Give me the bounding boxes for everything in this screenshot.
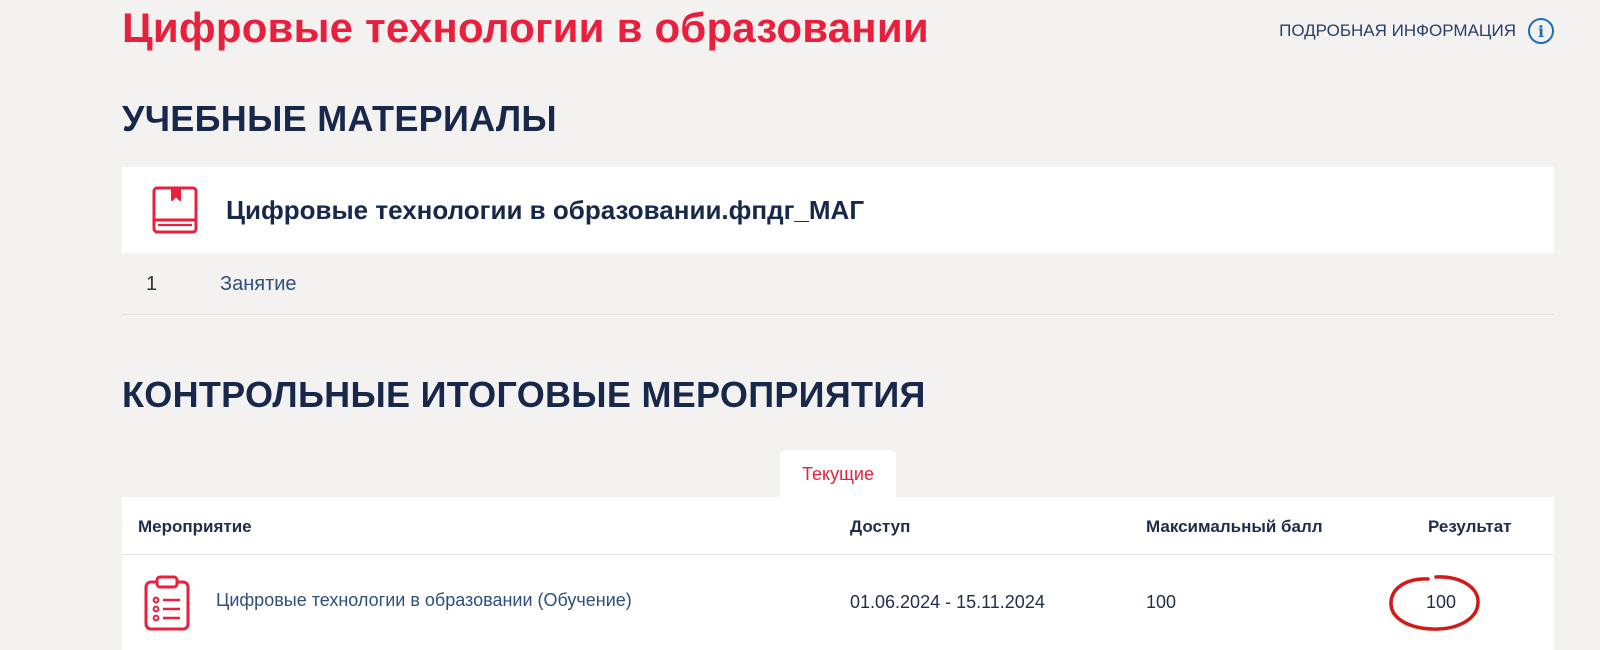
lesson-row: 1 Занятие (122, 254, 1554, 315)
more-info-link[interactable]: ПОДРОБНАЯ ИНФОРМАЦИЯ i (1279, 18, 1554, 44)
column-header-max-score: Максимальный балл (1146, 517, 1323, 536)
page-content: Цифровые технологии в образовании ПОДРОБ… (122, 0, 1554, 650)
max-score: 100 (1146, 592, 1177, 612)
table-header: Мероприятие Доступ Максимальный балл Рез… (122, 497, 1554, 555)
book-icon (150, 184, 202, 236)
course-title: Цифровые технологии в образовании (122, 4, 929, 51)
column-header-access: Доступ (850, 517, 911, 536)
column-header-event: Мероприятие (138, 517, 252, 536)
materials-heading: УЧЕБНЫЕ МАТЕРИАЛЫ (122, 98, 557, 139)
clipboard-list-icon (142, 574, 192, 632)
tab-current[interactable]: Текущие (780, 450, 896, 498)
more-info-label: ПОДРОБНАЯ ИНФОРМАЦИЯ (1279, 21, 1516, 40)
events-table: Мероприятие Доступ Максимальный балл Рез… (122, 497, 1554, 650)
material-title[interactable]: Цифровые технологии в образовании.фпдг_М… (226, 195, 864, 226)
column-header-result: Результат (1428, 517, 1512, 536)
table-row[interactable]: Цифровые технологии в образовании (Обуче… (122, 554, 1554, 650)
lesson-link[interactable]: Занятие (220, 273, 297, 296)
info-circle-icon: i (1528, 18, 1554, 44)
material-card[interactable]: Цифровые технологии в образовании.фпдг_М… (122, 167, 1554, 253)
control-events-heading: КОНТРОЛЬНЫЕ ИТОГОВЫЕ МЕРОПРИЯТИЯ (122, 374, 926, 415)
access-period: 01.06.2024 - 15.11.2024 (850, 592, 1045, 612)
event-link[interactable]: Цифровые технологии в образовании (Обуче… (216, 590, 632, 611)
lesson-number: 1 (146, 272, 158, 295)
result-highlight-circle (1389, 575, 1480, 631)
